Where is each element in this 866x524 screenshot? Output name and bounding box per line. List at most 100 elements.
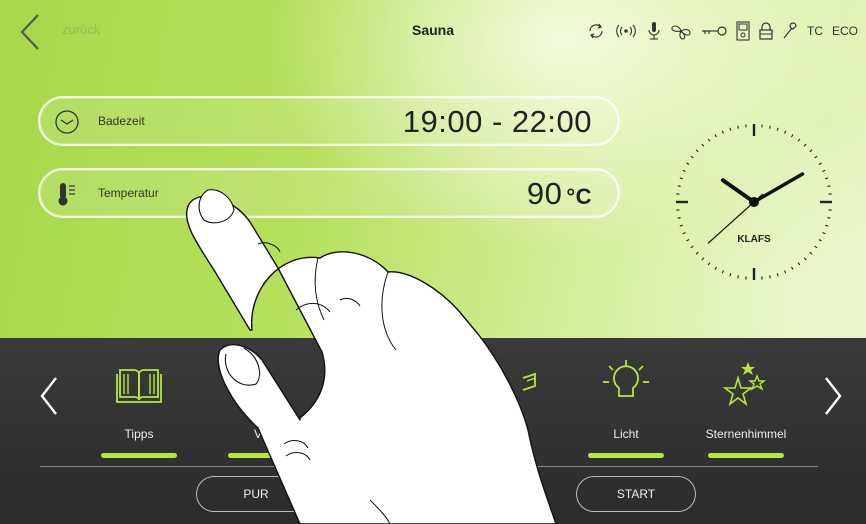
clock-icon	[55, 110, 79, 134]
clock-minute-tick	[797, 138, 801, 142]
clock-minute-tick	[677, 217, 681, 219]
back-label[interactable]: zurück	[62, 22, 100, 37]
clock-minute-tick	[825, 177, 829, 180]
clock-brand: KLAFS	[737, 234, 771, 245]
clock-minute-tick	[822, 169, 826, 172]
bathing-time-label: Badezeit	[98, 114, 145, 128]
next-arrow-icon[interactable]	[818, 374, 848, 418]
clock-minute-tick	[827, 217, 831, 219]
microphone-icon[interactable]	[647, 21, 661, 41]
tile-sternenhimmel-label: Sternenhimmel	[705, 427, 787, 441]
clock-minute-tick	[679, 177, 683, 180]
clock-minute-tick	[682, 169, 686, 172]
status-icon-bar: TC ECO	[587, 20, 858, 42]
clock-minute-tick	[784, 130, 787, 134]
clock-minute-tick	[695, 251, 699, 255]
clock-minute-tick	[809, 251, 813, 255]
tile-ve-label: Ve	[253, 427, 268, 441]
clock-center	[749, 197, 759, 207]
clock-minute-tick	[686, 162, 690, 165]
start-button[interactable]: START	[576, 476, 696, 512]
sauna-screen: zurück Sauna TC ECO Badezeit 19:00 - 22:…	[0, 0, 866, 524]
clock-minute-tick	[737, 275, 739, 279]
clock-minute-tick	[714, 134, 717, 138]
clock-minute-tick	[695, 149, 699, 153]
sync-icon[interactable]	[587, 22, 605, 40]
wifi-icon[interactable]	[614, 23, 638, 39]
lightbulb-icon	[603, 360, 649, 397]
clock-minute-tick	[776, 273, 779, 277]
tile-ve-indicator	[228, 453, 304, 458]
eco-indicator[interactable]: ECO	[832, 24, 858, 38]
temperature-label: Temperatur	[98, 186, 159, 200]
clock-minute-tick	[803, 143, 807, 147]
temperature-field[interactable]: Temperatur 90 °C	[38, 168, 620, 218]
book-icon	[116, 369, 162, 403]
tc-indicator[interactable]: TC	[807, 24, 823, 38]
bathing-time-value: 19:00 - 22:00	[402, 104, 592, 139]
clock-hour-hand	[720, 178, 756, 204]
clock-minute-tick	[682, 232, 686, 235]
clock-minute-tick	[803, 257, 807, 261]
door-icon[interactable]	[736, 21, 750, 41]
tile-tipps-label: Tipps	[124, 427, 154, 441]
clock-minute-tick	[707, 262, 711, 266]
tile-licht-label: Licht	[613, 427, 639, 441]
clock-minute-tick	[827, 185, 831, 187]
analog-clock: KLAFS	[676, 124, 832, 280]
clock-minute-tick	[686, 239, 690, 242]
clock-minute-tick	[721, 270, 724, 274]
clock-minute-tick	[822, 232, 826, 235]
clock-minute-tick	[769, 125, 771, 129]
bottom-panel: Tipps Ve Licht Sternenhimmel PUR START	[0, 338, 866, 524]
clock-minute-tick	[825, 224, 829, 227]
clock-minute-tick	[809, 149, 813, 153]
clock-minute-tick	[784, 270, 787, 274]
clock-minute-tick	[701, 257, 705, 261]
clock-minute-tick	[769, 275, 771, 279]
clock-minute-tick	[791, 134, 794, 138]
clock-minute-tick	[791, 266, 794, 270]
clock-minute-tick	[737, 125, 739, 129]
clock-minute-tick	[729, 273, 732, 277]
thermometer-icon	[58, 183, 75, 206]
stars-icon	[722, 362, 767, 407]
tile-tipps[interactable]: Tipps	[91, 358, 187, 460]
tile-licht[interactable]: Licht	[578, 358, 674, 460]
pur-button[interactable]: PUR	[196, 476, 316, 512]
clock-minute-tick	[714, 266, 717, 270]
clock-minute-hand	[752, 172, 805, 204]
clock-minute-tick	[707, 138, 711, 142]
page-title: Sauna	[411, 22, 454, 38]
panel-divider	[40, 466, 818, 467]
clock-minute-tick	[721, 130, 724, 134]
tile-licht-indicator	[588, 453, 664, 458]
tile-hidden[interactable]	[470, 358, 566, 460]
chevron-left-icon	[20, 14, 39, 50]
partial-icon	[522, 372, 536, 391]
temperature-unit: °C	[566, 184, 592, 209]
clock-minute-tick	[814, 155, 818, 159]
tile-sternenhimmel-indicator	[708, 453, 784, 458]
previous-arrow-icon[interactable]	[34, 374, 64, 418]
top-bar: zurück Sauna TC ECO	[0, 0, 866, 62]
clock-minute-tick	[729, 127, 732, 131]
clock-minute-tick	[701, 143, 705, 147]
bathing-time-field[interactable]: Badezeit 19:00 - 22:00	[38, 96, 620, 146]
clock-minute-tick	[797, 262, 801, 266]
temperature-value: 90	[526, 176, 563, 211]
clock-minute-tick	[679, 224, 683, 227]
clock-minute-tick	[690, 155, 694, 159]
wrench-icon[interactable]	[782, 22, 798, 40]
tile-tipps-indicator	[101, 453, 177, 458]
temperature-value-group: 90 °C	[527, 176, 592, 212]
tile-ve[interactable]: Ve	[218, 358, 314, 460]
clock-minute-tick	[818, 162, 822, 165]
lock-icon[interactable]	[759, 22, 773, 40]
tile-sternenhimmel[interactable]: Sternenhimmel	[698, 358, 794, 460]
fan-icon[interactable]	[670, 22, 692, 40]
clock-minute-tick	[690, 245, 694, 249]
clock-minute-tick	[776, 127, 779, 131]
key-icon[interactable]	[701, 25, 727, 37]
clock-minute-tick	[814, 245, 818, 249]
